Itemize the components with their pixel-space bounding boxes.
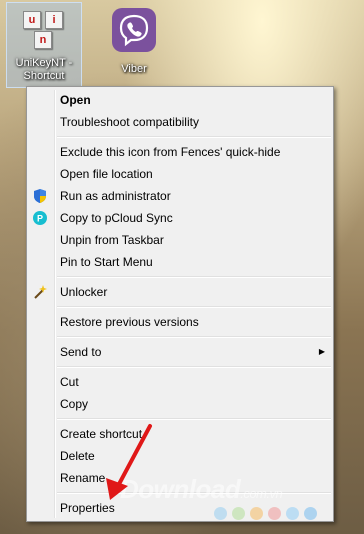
menu-separator bbox=[27, 303, 333, 311]
menu-item-label: Copy to pCloud Sync bbox=[60, 211, 173, 225]
menu-separator bbox=[27, 133, 333, 141]
menu-item-exclude-fences[interactable]: Exclude this icon from Fences' quick-hid… bbox=[27, 141, 333, 163]
desktop-icon-unikey[interactable]: u i n UniKeyNT - Shortcut bbox=[6, 2, 82, 88]
menu-separator bbox=[27, 363, 333, 371]
menu-item-copy-to-pcloud[interactable]: P Copy to pCloud Sync bbox=[27, 207, 333, 229]
menu-item-run-as-administrator[interactable]: Run as administrator bbox=[27, 185, 333, 207]
desktop-icon-label: Viber bbox=[121, 63, 147, 75]
uac-shield-icon bbox=[34, 189, 46, 203]
menu-item-pin-to-start-menu[interactable]: Pin to Start Menu bbox=[27, 251, 333, 273]
menu-item-troubleshoot-compatibility[interactable]: Troubleshoot compatibility bbox=[27, 111, 333, 133]
context-menu: Open Troubleshoot compatibility Exclude … bbox=[26, 86, 334, 522]
menu-item-restore-previous-versions[interactable]: Restore previous versions bbox=[27, 311, 333, 333]
menu-item-open-file-location[interactable]: Open file location bbox=[27, 163, 333, 185]
menu-item-open[interactable]: Open bbox=[27, 89, 333, 111]
submenu-arrow-icon: ▶ bbox=[318, 347, 325, 356]
menu-item-label: Send to bbox=[60, 345, 102, 359]
menu-item-unlocker[interactable]: Unlocker bbox=[27, 281, 333, 303]
menu-item-create-shortcut[interactable]: Create shortcut bbox=[27, 423, 333, 445]
menu-item-cut[interactable]: Cut bbox=[27, 371, 333, 393]
menu-item-delete[interactable]: Delete bbox=[27, 445, 333, 467]
menu-item-send-to[interactable]: Send to ▶ bbox=[27, 341, 333, 363]
menu-separator bbox=[27, 333, 333, 341]
menu-item-unpin-from-taskbar[interactable]: Unpin from Taskbar bbox=[27, 229, 333, 251]
watermark-logo: Download.com.vn bbox=[120, 474, 283, 504]
menu-item-label: Unlocker bbox=[60, 285, 108, 299]
menu-separator bbox=[27, 273, 333, 281]
viber-icon bbox=[112, 8, 156, 52]
menu-item-label: Run as administrator bbox=[60, 189, 171, 203]
svg-text:P: P bbox=[37, 214, 43, 224]
pcloud-icon: P bbox=[33, 211, 47, 225]
menu-separator bbox=[27, 415, 333, 423]
watermark-dots bbox=[214, 507, 322, 525]
desktop-icon-label: UniKeyNT - Shortcut bbox=[15, 57, 73, 82]
menu-item-copy[interactable]: Copy bbox=[27, 393, 333, 415]
unikey-icon: u i n bbox=[19, 9, 69, 53]
desktop-icon-viber[interactable]: Viber bbox=[96, 2, 172, 82]
magic-wand-icon bbox=[34, 285, 47, 299]
